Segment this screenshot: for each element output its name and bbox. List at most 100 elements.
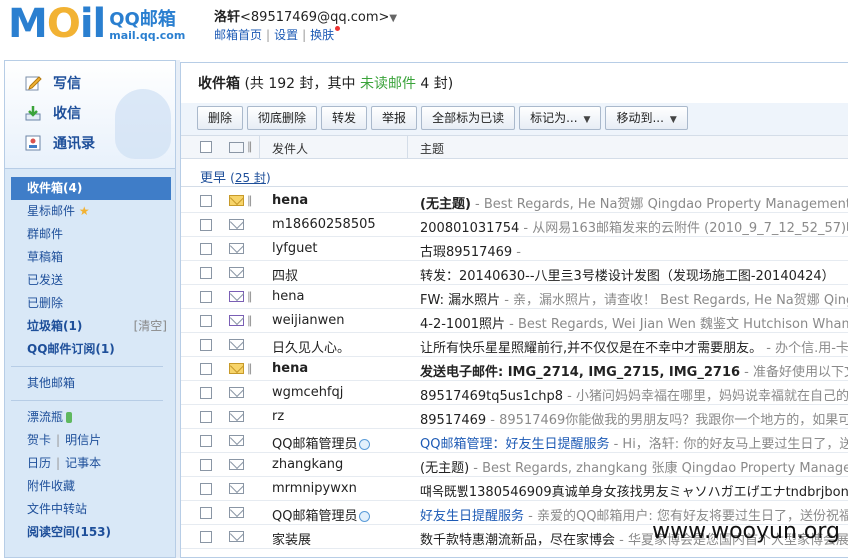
logo-url: mail.qq.com [109, 29, 186, 42]
column-sender[interactable]: 发件人 [272, 140, 308, 157]
folder-transfer[interactable]: 文件中转站 [11, 498, 171, 521]
row-checkbox[interactable] [200, 219, 212, 231]
table-row[interactable]: ∥ hena 发送电子邮件: IMG_2714, IMG_2715, IMG_271… [181, 357, 848, 381]
contacts-icon [23, 134, 43, 152]
folder-list: 收件箱(4) 星标邮件 ★ 群邮件 草稿箱 已发送 已删除 垃圾箱(1) [清空]… [11, 177, 171, 544]
row-checkbox[interactable] [200, 243, 212, 255]
row-checkbox[interactable] [200, 507, 212, 519]
sender: QQ邮箱管理员 [272, 505, 371, 524]
row-checkbox[interactable] [200, 363, 212, 375]
row-checkbox[interactable] [200, 291, 212, 303]
envelope-icon [229, 219, 244, 230]
folder-spam[interactable]: 垃圾箱(1) [清空] [11, 315, 171, 338]
inbox-download-icon [23, 104, 43, 122]
table-row[interactable]: lyfguet 古瑕89517469 - [181, 237, 848, 261]
table-row[interactable]: QQ邮箱管理员 QQ邮箱管理：好友生日提醒服务 - Hi，洛轩: 你的好友马上要过… [181, 429, 848, 453]
folder-subscribe[interactable]: QQ邮件订阅(1) [11, 338, 171, 361]
row-checkbox[interactable] [200, 267, 212, 279]
receive-button[interactable]: 收信 [23, 101, 81, 125]
bottle-icon [66, 412, 73, 423]
folder-drafts[interactable]: 草稿箱 [11, 246, 171, 269]
row-checkbox[interactable] [200, 459, 212, 471]
user-links: 邮箱首页 | 设置 | 换肤 [214, 26, 341, 43]
divider [11, 400, 163, 401]
table-row[interactable]: ∥ weijianwen 4-2-1001照片 - Best Regards, We… [181, 309, 848, 333]
compose-button[interactable]: 写信 [23, 71, 81, 95]
user-name: 洛轩 [214, 10, 241, 25]
link-notes[interactable]: 记事本 [65, 456, 101, 470]
table-row[interactable]: wgmcehfqj 89517469tq5us1chp8 - 小猪问妈妈幸福在哪里… [181, 381, 848, 405]
row-checkbox[interactable] [200, 435, 212, 447]
table-row[interactable]: 日久见人心。 让所有快乐星星照耀前行,并不仅仅是在不幸中才需要朋友。 - 办个信.… [181, 333, 848, 357]
group-header: 更早 (25 封) [181, 163, 848, 187]
chevron-down-icon: ▼ [669, 115, 677, 125]
column-subject[interactable]: 主题 [420, 140, 444, 157]
sender: hena [272, 361, 309, 376]
move-to-dropdown[interactable]: 移动到... ▼ [605, 106, 688, 130]
chevron-down-icon[interactable]: ▼ [389, 13, 397, 24]
link-home[interactable]: 邮箱首页 [214, 28, 262, 42]
folder-calendar: 日历 | 记事本 [27, 456, 102, 470]
link-settings[interactable]: 设置 [274, 28, 298, 42]
folder-group[interactable]: 群邮件 [11, 223, 171, 246]
logo-cn: QQ邮箱 [109, 9, 176, 30]
table-row[interactable]: rz 89517469 - 89517469你能做我的男朋友吗？我跟你一个地方的，… [181, 405, 848, 429]
subject: QQ邮箱管理：好友生日提醒服务 - Hi，洛轩: 你的好友马上要过生日了，送份祝 [420, 433, 848, 452]
table-row[interactable]: m18660258505 20080103​1754 - 从网易163邮箱发来的云… [181, 213, 848, 237]
table-row[interactable]: ∥ hena (无主题) - Best Regards, He Na贺娜 Qingd… [181, 189, 848, 213]
sender: mrmnipywxn [272, 481, 357, 496]
group-count-link[interactable]: 25 封 [235, 171, 266, 185]
link-calendar[interactable]: 日历 [27, 456, 51, 470]
mark-as-dropdown[interactable]: 标记为... ▼ [519, 106, 602, 130]
link-skin[interactable]: 换肤 [310, 28, 334, 42]
new-dot-icon [335, 26, 341, 31]
report-button[interactable]: 举报 [371, 106, 418, 130]
row-checkbox[interactable] [200, 483, 212, 495]
delete-permanently-button[interactable]: 彻底删除 [247, 106, 318, 130]
mark-all-read-button[interactable]: 全部标为已读 [421, 106, 516, 130]
row-checkbox[interactable] [200, 339, 212, 351]
folder-other[interactable]: 其他邮箱 [11, 372, 171, 395]
envelope-icon [229, 507, 244, 518]
sender: lyfguet [272, 241, 318, 256]
forward-button[interactable]: 转发 [321, 106, 368, 130]
envelope-icon [229, 195, 244, 206]
unread-link[interactable]: 未读邮件 [360, 76, 416, 92]
folder-reading[interactable]: 阅读空间(153) [11, 521, 171, 544]
row-checkbox[interactable] [200, 387, 212, 399]
spam-clean-link[interactable]: [清空] [134, 315, 167, 338]
qq-mail-logo[interactable]: MOil QQ邮箱 mail.qq.com [8, 4, 185, 44]
folder-inbox[interactable]: 收件箱(4) [11, 177, 171, 200]
subject: (无主题) - Best Regards, He Na贺娜 Qingdao Pr… [420, 193, 848, 212]
delete-button[interactable]: 删除 [197, 106, 244, 130]
user-info[interactable]: 洛轩<89517469@qq.com>▼ [214, 6, 397, 25]
row-checkbox[interactable] [200, 315, 212, 327]
link-card[interactable]: 贺卡 [27, 433, 51, 447]
row-checkbox[interactable] [200, 411, 212, 423]
preview: - Best Regards, zhangkang 张康 Qingdao Pro… [469, 461, 848, 476]
folder-bottle[interactable]: 漂流瓶 [11, 406, 171, 429]
table-row[interactable]: ∥ hena FW: 漏水照片 - 亲，漏水照片，请查收！ Best Regards… [181, 285, 848, 309]
folder-starred[interactable]: 星标邮件 ★ [11, 200, 171, 223]
folder-sent[interactable]: 已发送 [11, 269, 171, 292]
folder-attachments[interactable]: 附件收藏 [11, 475, 171, 498]
toolbar: 删除 彻底删除 转发 举报 全部标为已读 标记为... ▼ 移动到... ▼ [181, 103, 848, 135]
verified-icon [359, 511, 371, 522]
select-all-checkbox[interactable] [200, 141, 212, 153]
star-icon: ★ [78, 204, 90, 218]
sender: m18660258505 [272, 217, 376, 232]
envelope-icon [229, 459, 244, 470]
link-postcard[interactable]: 明信片 [65, 433, 101, 447]
table-row[interactable]: 四叔 转发：20140630--八里亖3号楼设计发图（发现场施工图-2014042… [181, 261, 848, 285]
subject: 发送电子邮件: IMG_2714, IMG_2715, IMG_2716 - 准… [420, 361, 848, 380]
folder-deleted[interactable]: 已删除 [11, 292, 171, 315]
table-row[interactable]: zhangkang (无主题) - Best Regards, zhangkang… [181, 453, 848, 477]
preview: - 准备好使用以下文件 [744, 365, 848, 380]
contacts-button[interactable]: 通讯录 [23, 131, 95, 155]
mail-rows: ∥ hena (无主题) - Best Regards, He Na贺娜 Qingd… [181, 189, 848, 549]
row-checkbox[interactable] [200, 195, 212, 207]
envelope-icon [229, 483, 244, 494]
table-row[interactable]: mrmnipywxn 떄옥既뾠1380546909真诚单身女孩找男友ミャソハガエげ… [181, 477, 848, 501]
preview: - 办个信.用-卡吧,猛 [766, 341, 848, 356]
row-checkbox[interactable] [200, 531, 212, 543]
